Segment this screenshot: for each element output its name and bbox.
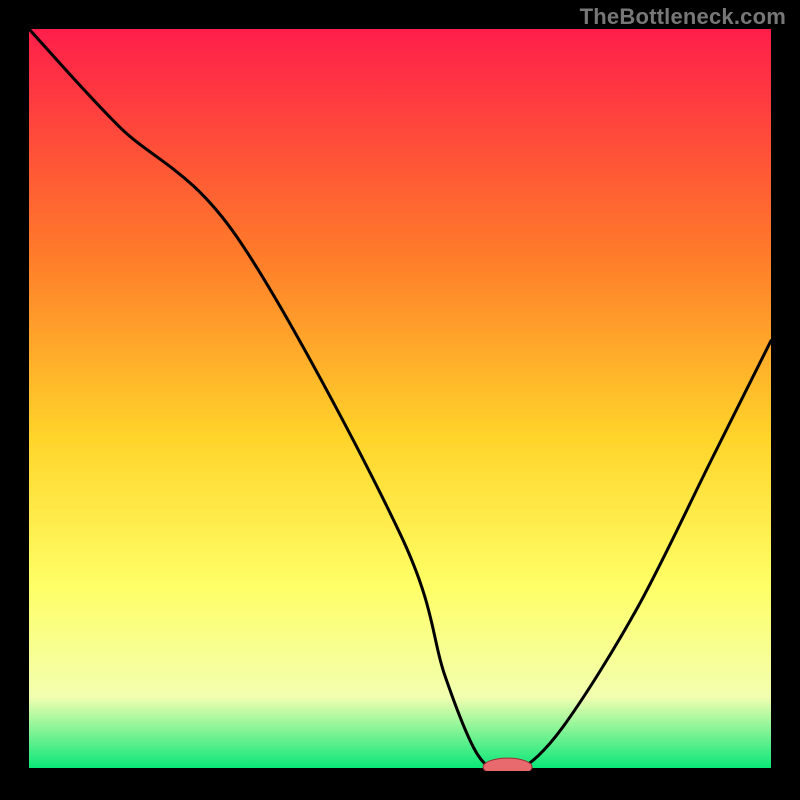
- gradient-background: [29, 29, 771, 771]
- watermark-text: TheBottleneck.com: [580, 4, 786, 30]
- plot-area: [29, 29, 771, 771]
- plot-svg: [29, 29, 771, 771]
- chart-frame: TheBottleneck.com: [0, 0, 800, 800]
